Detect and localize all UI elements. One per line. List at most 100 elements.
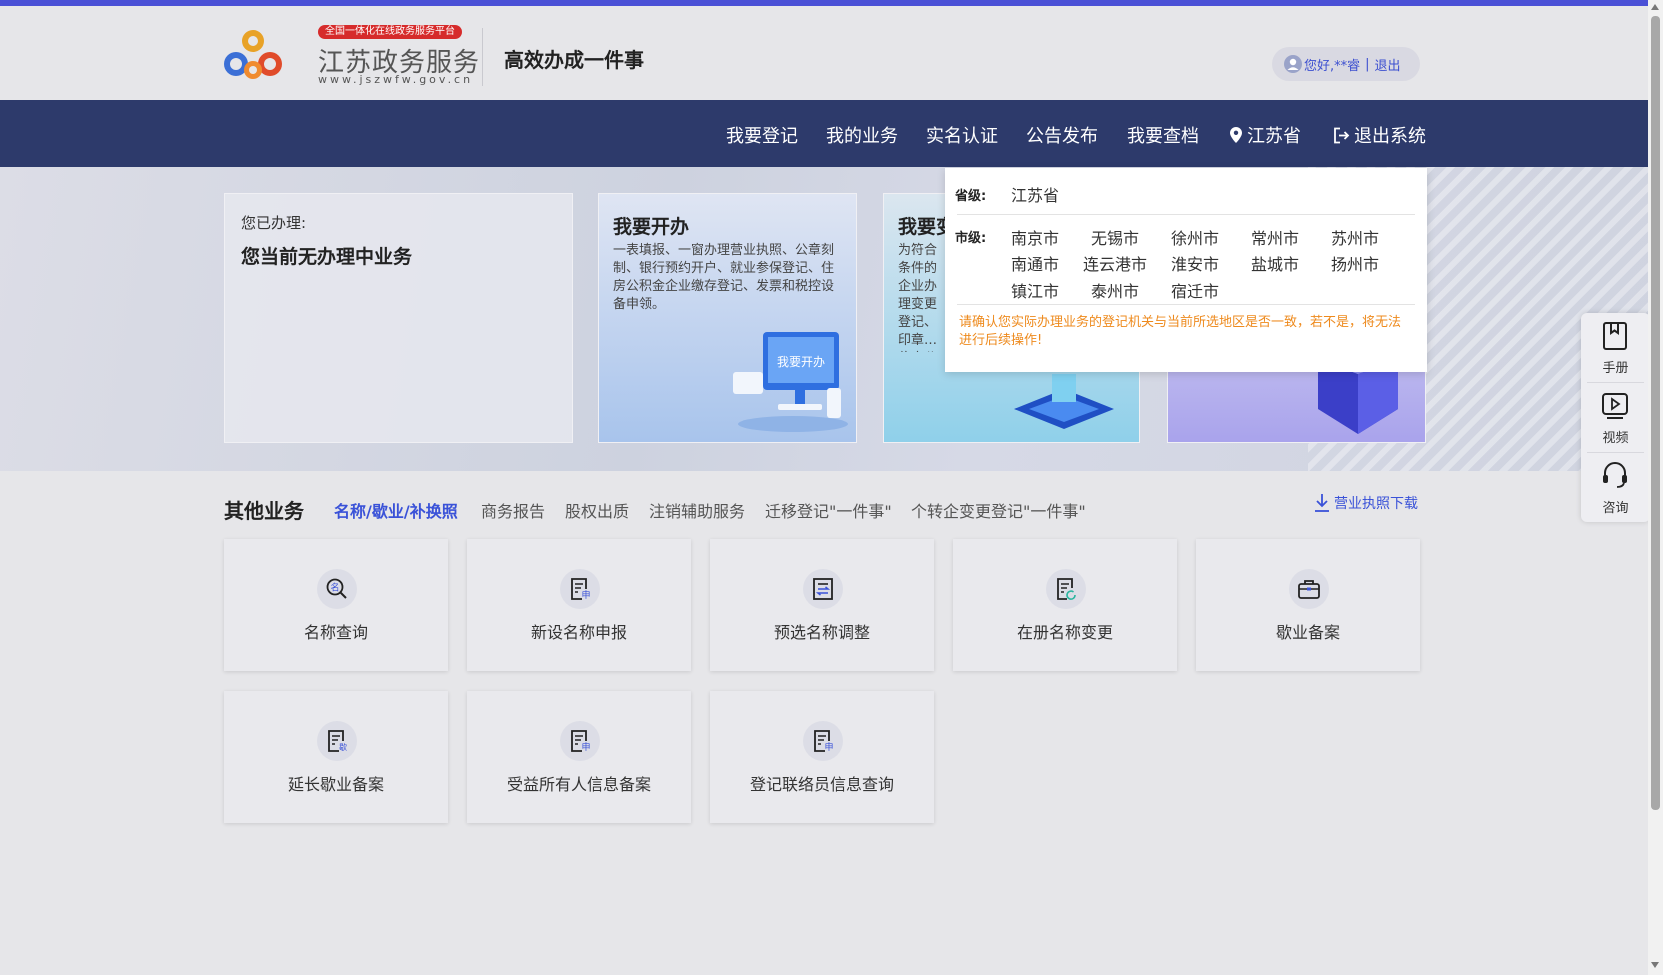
tile-label: 在册名称变更 <box>1016 623 1113 642</box>
main-nav: 我要登记 我的业务 实名认证 公告发布 我要查档 江苏省 退出系统 <box>0 100 1648 167</box>
city-option-lianyungang[interactable]: 连云港市 <box>1083 251 1147 275</box>
tile-label: 名称查询 <box>303 623 368 642</box>
region-popup: 省级: 江苏省 市级: 南京市 无锡市 徐州市 常州市 苏州市 南通市 连云港市… <box>945 168 1427 372</box>
region-warning: 请确认您实际办理业务的登记机关与当前所选地区是否一致，若不是，将无法进行后续操作… <box>959 315 1402 348</box>
province-label: 省级: <box>955 189 987 204</box>
page-scrollbar[interactable] <box>1648 0 1663 975</box>
city-option-yancheng[interactable]: 盐城市 <box>1251 251 1299 275</box>
nav-region-label: 江苏省 <box>1247 126 1301 147</box>
city-option-changzhou[interactable]: 常州市 <box>1251 225 1299 249</box>
tile-name-query[interactable]: 名 名称查询 <box>224 539 448 671</box>
scroll-thumb[interactable] <box>1651 16 1660 810</box>
tile-label: 延长歇业备案 <box>287 775 384 794</box>
city-option-huaian[interactable]: 淮安市 <box>1171 251 1219 275</box>
logout-link[interactable]: 退出 <box>1375 55 1401 74</box>
location-pin-icon <box>1230 127 1242 143</box>
user-info: 您好,**睿 | 退出 <box>1272 47 1420 81</box>
city-option-wuxi[interactable]: 无锡市 <box>1091 225 1139 249</box>
new-name-apply-icon: 申 <box>571 578 591 601</box>
province-option[interactable]: 江苏省 <box>1011 182 1059 206</box>
nav-region-selector[interactable]: 江苏省 <box>1230 122 1301 148</box>
liaison-query-icon: 申 <box>814 730 834 753</box>
user-avatar-icon <box>1284 55 1302 73</box>
nav-item-my-business[interactable]: 我的业务 <box>826 122 898 148</box>
other-business-title: 其他业务 <box>224 499 304 523</box>
download-icon <box>1315 494 1329 512</box>
tile-name-adjust[interactable]: 预选名称调整 <box>710 539 934 671</box>
city-option-yangzhou[interactable]: 扬州市 <box>1331 251 1379 275</box>
logout-icon <box>1334 127 1350 144</box>
nav-item-register[interactable]: 我要登记 <box>726 122 798 148</box>
city-option-suzhou[interactable]: 苏州市 <box>1331 225 1379 249</box>
city-option-xuzhou[interactable]: 徐州市 <box>1171 225 1219 249</box>
platform-badge: 全国一体化在线政务服务平台 <box>318 25 462 39</box>
tab-name-suspension[interactable]: 名称/歇业/补换照 <box>334 498 458 522</box>
computer-illustration-icon: 我要开办 <box>733 332 848 432</box>
beneficial-owner-icon: 申 <box>571 730 591 753</box>
nav-item-real-name[interactable]: 实名认证 <box>926 122 998 148</box>
brand-url: www.jszwfw.gov.cn <box>318 73 474 86</box>
nav-exit-label: 退出系统 <box>1354 126 1426 147</box>
svg-text:申: 申 <box>824 741 833 753</box>
tile-liaison-query[interactable]: 申 登记联络员信息查询 <box>710 691 934 823</box>
tab-equity-pledge[interactable]: 股权出质 <box>565 498 629 522</box>
side-item-manual[interactable]: 手册 <box>1581 313 1650 382</box>
side-consult-label: 咨询 <box>1602 501 1629 516</box>
tab-migration-one-thing[interactable]: 迁移登记"一件事" <box>765 498 892 522</box>
handled-status: 您当前无办理中业务 <box>241 246 413 268</box>
tile-name-change[interactable]: 在册名称变更 <box>953 539 1177 671</box>
nav-item-announcement[interactable]: 公告发布 <box>1026 122 1098 148</box>
svg-text:歇: 歇 <box>339 742 347 752</box>
scroll-up-arrow-icon[interactable] <box>1651 4 1659 10</box>
scroll-down-arrow-icon[interactable] <box>1651 962 1659 968</box>
side-item-video[interactable]: 视频 <box>1581 383 1650 452</box>
download-label: 营业执照下载 <box>1334 496 1418 512</box>
user-separator: | <box>1365 56 1370 72</box>
name-search-icon: 名 <box>326 578 347 599</box>
manual-icon <box>1603 322 1627 350</box>
tile-beneficial-owner[interactable]: 申 受益所有人信息备案 <box>467 691 691 823</box>
card-kaiban-desc: 一表填报、一窗办理营业执照、公章刻制、银行预约开户、就业参保登记、住房公积金企业… <box>613 243 835 312</box>
video-icon <box>1602 393 1628 419</box>
popup-divider-2 <box>957 304 1415 305</box>
tile-label: 歇业备案 <box>1275 623 1340 642</box>
name-adjust-icon <box>813 578 833 600</box>
tile-suspension-filing[interactable]: 歇业备案 <box>1196 539 1420 671</box>
site-header: 全国一体化在线政务服务平台 江苏政务服务 www.jszwfw.gov.cn 高… <box>0 6 1648 100</box>
platform-illustration-icon <box>1014 374 1114 429</box>
side-item-consult[interactable]: 咨询 <box>1581 453 1650 522</box>
svg-text:申: 申 <box>581 589 590 601</box>
consult-icon <box>1603 462 1627 488</box>
side-video-label: 视频 <box>1602 431 1629 446</box>
header-divider <box>482 28 483 86</box>
city-option-nanjing[interactable]: 南京市 <box>1011 225 1059 249</box>
name-change-icon <box>1057 578 1076 600</box>
svg-text:申: 申 <box>581 741 590 753</box>
handled-label: 您已办理: <box>241 214 307 232</box>
city-option-suqian[interactable]: 宿迁市 <box>1171 278 1219 302</box>
jszwfw-logo-icon[interactable] <box>222 24 284 86</box>
city-option-nantong[interactable]: 南通市 <box>1011 251 1059 275</box>
tile-label: 新设名称申报 <box>530 623 627 642</box>
tile-extend-suspension[interactable]: 歇 延长歇业备案 <box>224 691 448 823</box>
nav-item-archive[interactable]: 我要查档 <box>1127 122 1199 148</box>
card-change-desc: 为符合条件的企业办理变更登记、印章…住房公积…设备变更…许可（即…务。 <box>898 243 938 352</box>
suspension-filing-icon <box>1298 580 1320 599</box>
computer-screen-text: 我要开办 <box>777 354 825 369</box>
tab-commerce-report[interactable]: 商务报告 <box>481 498 545 522</box>
tile-new-name-apply[interactable]: 申 新设名称申报 <box>467 539 691 671</box>
card-kaiban-title: 我要开办 <box>613 216 690 238</box>
city-option-zhenjiang[interactable]: 镇江市 <box>1011 278 1059 302</box>
handled-business-card: 您已办理: 您当前无办理中业务 <box>224 193 573 443</box>
tab-individual-to-enterprise[interactable]: 个转企变更登记"一件事" <box>911 498 1086 522</box>
card-kaiban[interactable]: 我要开办 一表填报、一窗办理营业执照、公章刻制、银行预约开户、就业参保登记、住房… <box>598 193 857 443</box>
extend-suspension-icon: 歇 <box>328 730 347 752</box>
tile-label: 登记联络员信息查询 <box>749 775 894 794</box>
license-download-link[interactable]: 营业执照下载 <box>1314 493 1418 513</box>
header-slogan: 高效办成一件事 <box>504 48 644 72</box>
city-option-taizhou[interactable]: 泰州市 <box>1091 278 1139 302</box>
nav-exit-system[interactable]: 退出系统 <box>1333 122 1426 148</box>
svg-text:名: 名 <box>330 582 339 594</box>
tab-cancellation-assist[interactable]: 注销辅助服务 <box>649 498 745 522</box>
user-greeting: 您好,**睿 <box>1304 58 1361 74</box>
